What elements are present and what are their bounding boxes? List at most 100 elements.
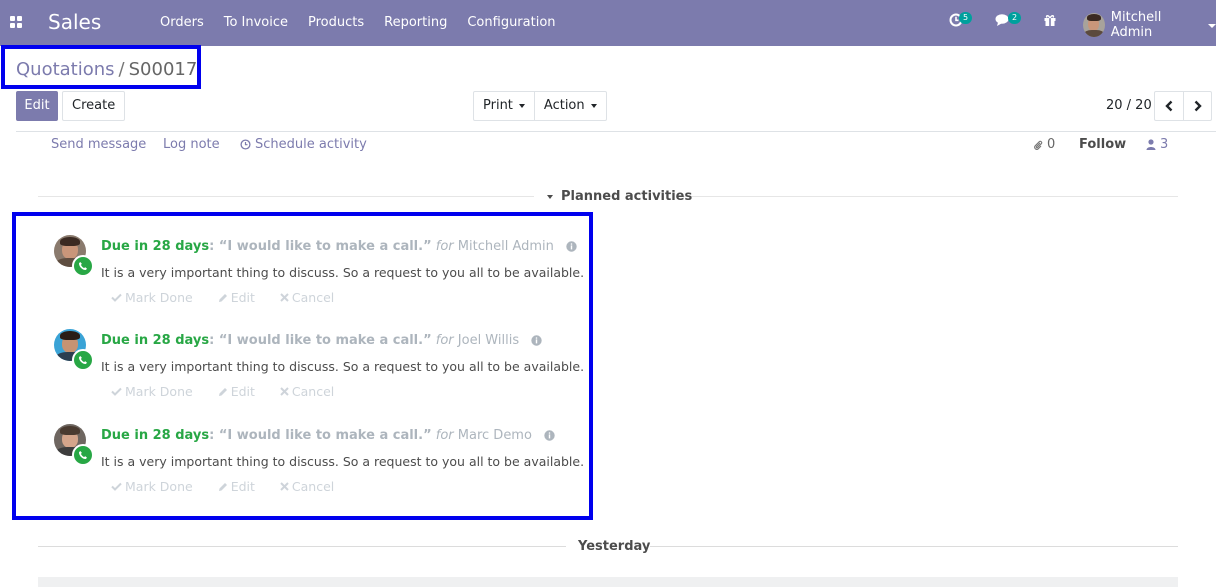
activity-actions: Mark Done Edit Cancel — [111, 384, 334, 399]
chevron-left-icon — [1165, 100, 1173, 112]
breadcrumb-parent[interactable]: Quotations — [16, 59, 115, 80]
planned-activities-toggle[interactable]: Planned activities — [547, 189, 692, 204]
activity-title: Due in 28 days: “I would like to make a … — [101, 333, 542, 350]
assignee-name: Joel Willis — [457, 333, 520, 348]
user-avatar — [1083, 13, 1105, 37]
assignee-name: Marc Demo — [457, 428, 532, 443]
activity-title: Due in 28 days: “I would like to make a … — [101, 239, 577, 256]
schedule-activity-button[interactable]: Schedule activity — [240, 137, 367, 152]
phone-icon — [72, 444, 94, 466]
main-menu: Orders To Invoice Products Reporting Con… — [160, 15, 556, 30]
user-name: Mitchell Admin — [1110, 10, 1162, 40]
due-label: Due in 28 days — [101, 239, 210, 254]
menu-item-to-invoice[interactable]: To Invoice — [224, 15, 288, 30]
pencil-icon — [218, 293, 227, 302]
activity-summary: “I would like to make a call.” — [218, 333, 432, 348]
menu-item-configuration[interactable]: Configuration — [467, 15, 555, 30]
attachments-button[interactable]: 0 — [1033, 137, 1055, 152]
print-label: Print — [483, 98, 513, 113]
activity-count-badge: 5 — [959, 12, 973, 24]
close-icon — [280, 387, 289, 396]
action-dropdown[interactable]: Action — [533, 92, 606, 120]
check-icon — [111, 482, 122, 491]
for-label: for — [435, 428, 454, 443]
print-dropdown[interactable]: Print — [474, 92, 534, 120]
user-menu-caret-icon — [1208, 24, 1216, 28]
message-count-badge: 2 — [1008, 12, 1022, 24]
caret-down-icon — [590, 104, 597, 108]
pager-value[interactable]: 20 / 20 — [1106, 98, 1152, 113]
menu-item-products[interactable]: Products — [308, 15, 364, 30]
info-icon[interactable] — [531, 335, 542, 350]
close-icon — [280, 293, 289, 302]
user-icon — [1146, 139, 1156, 150]
activity-summary: “I would like to make a call.” — [218, 428, 432, 443]
separator-line — [684, 196, 1178, 197]
cancel-activity-button[interactable]: Cancel — [280, 290, 334, 305]
paperclip-icon — [1034, 140, 1043, 150]
messaging-systray[interactable]: 2 — [995, 12, 1022, 31]
app-brand[interactable]: Sales — [48, 10, 101, 34]
mark-done-button[interactable]: Mark Done — [111, 290, 193, 305]
edit-activity-button[interactable]: Edit — [218, 479, 255, 494]
schedule-activity-label: Schedule activity — [255, 137, 367, 152]
breadcrumb-separator: / — [118, 59, 125, 80]
info-icon[interactable] — [566, 241, 577, 256]
activity-summary: “I would like to make a call.” — [218, 239, 432, 254]
due-label: Due in 28 days — [101, 428, 210, 443]
followers-count: 3 — [1160, 137, 1169, 152]
menu-item-orders[interactable]: Orders — [160, 15, 204, 30]
message-item — [38, 577, 1178, 587]
action-buttons: Print Action — [473, 91, 607, 121]
log-note-button[interactable]: Log note — [163, 137, 220, 152]
edit-button[interactable]: Edit — [16, 91, 58, 121]
separator-line — [38, 546, 566, 547]
activity-note: It is a very important thing to discuss.… — [101, 359, 585, 374]
due-label: Due in 28 days — [101, 333, 210, 348]
pager-buttons — [1154, 91, 1212, 121]
edit-label: Edit — [230, 290, 255, 305]
send-message-button[interactable]: Send message — [51, 137, 146, 152]
breadcrumb-current: S00017 — [128, 59, 198, 80]
assignee-name: Mitchell Admin — [457, 239, 554, 254]
gift-icon — [1044, 14, 1056, 26]
for-label: for — [435, 333, 454, 348]
pager-previous-button[interactable] — [1155, 92, 1183, 120]
apps-menu-icon[interactable] — [10, 16, 23, 29]
activity-actions: Mark Done Edit Cancel — [111, 479, 334, 494]
follow-button[interactable]: Follow — [1079, 137, 1126, 152]
separator-line — [38, 196, 534, 197]
breadcrumb: Quotations / S00017 — [16, 59, 197, 80]
cancel-activity-button[interactable]: Cancel — [280, 384, 334, 399]
mark-done-button[interactable]: Mark Done — [111, 479, 193, 494]
edit-activity-button[interactable]: Edit — [218, 384, 255, 399]
mark-done-label: Mark Done — [125, 479, 193, 494]
attachments-count: 0 — [1047, 137, 1056, 152]
gift-systray[interactable] — [1043, 13, 1057, 31]
activity-note: It is a very important thing to discuss.… — [101, 265, 585, 280]
edit-label: Edit — [230, 479, 255, 494]
pencil-icon — [218, 387, 227, 396]
info-icon[interactable] — [544, 430, 555, 445]
user-menu[interactable]: Mitchell Admin — [1083, 10, 1216, 40]
planned-activities-label: Planned activities — [561, 189, 693, 204]
cancel-activity-button[interactable]: Cancel — [280, 479, 334, 494]
mark-done-button[interactable]: Mark Done — [111, 384, 193, 399]
menu-item-reporting[interactable]: Reporting — [384, 15, 447, 30]
followers-button[interactable]: 3 — [1146, 137, 1168, 152]
separator-line — [650, 546, 1178, 547]
activity-actions: Mark Done Edit Cancel — [111, 290, 334, 305]
pager-next-button[interactable] — [1183, 92, 1211, 120]
yesterday-label: Yesterday — [578, 539, 651, 554]
activity-title: Due in 28 days: “I would like to make a … — [101, 428, 555, 445]
for-label: for — [435, 239, 454, 254]
check-icon — [111, 293, 122, 302]
action-label: Action — [543, 98, 585, 113]
caret-down-icon — [518, 104, 525, 108]
edit-activity-button[interactable]: Edit — [218, 290, 255, 305]
create-button[interactable]: Create — [62, 91, 126, 121]
clock-icon — [240, 139, 251, 150]
cancel-label: Cancel — [291, 290, 335, 305]
caret-down-icon — [547, 194, 553, 199]
activity-systray[interactable]: 5 — [949, 12, 973, 31]
